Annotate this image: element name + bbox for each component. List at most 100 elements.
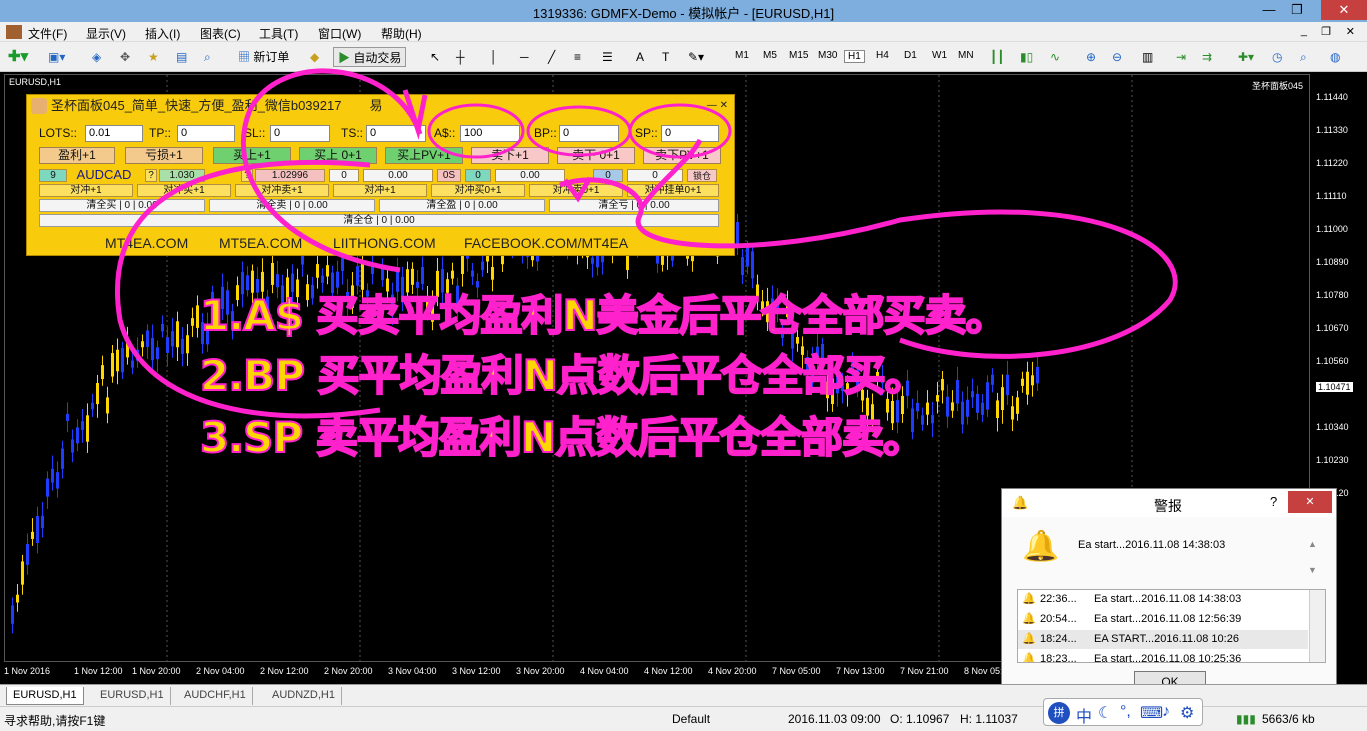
buy-zero-plus-button[interactable]: 买上 0+1 <box>299 147 377 164</box>
mdi-restore-button[interactable]: ❐ <box>1321 25 1331 38</box>
tf-mn[interactable]: MN <box>958 50 974 61</box>
alert-close-button[interactable]: ✕ <box>1288 491 1332 513</box>
text-label-icon[interactable]: T <box>662 47 669 67</box>
mdi-minimize-button[interactable]: _ <box>1301 25 1307 37</box>
lots-input[interactable]: 0.01 <box>85 125 143 142</box>
menu-insert[interactable]: 插入(I) <box>145 25 180 42</box>
navigator-icon[interactable]: ★ <box>148 47 159 67</box>
bid-help[interactable]: ? <box>145 169 157 182</box>
hedge-buy-zero-button[interactable]: 对冲买0+1 <box>431 184 525 197</box>
alert-title-bar[interactable]: 🔔 警报 ? ✕ <box>1002 489 1336 517</box>
menu-file[interactable]: 文件(F) <box>28 25 67 42</box>
sl-input[interactable]: 0 <box>270 125 330 142</box>
close-all-loss-button[interactable]: 清全亏 | 0 | 0.00 <box>549 199 719 212</box>
footer-link[interactable]: MT4EA.COM <box>105 233 188 253</box>
close-all-profit-button[interactable]: 清全盈 | 0 | 0.00 <box>379 199 545 212</box>
list-item[interactable]: 🔔 22:36... Ea start...2016.11.08 14:38:0… <box>1018 590 1308 609</box>
message-scroll-down[interactable]: ▼ <box>1308 565 1317 575</box>
text-tool-icon[interactable]: A <box>636 47 644 67</box>
list-scrollbar[interactable] <box>1309 590 1325 662</box>
autoscroll-icon[interactable]: ⇉ <box>1202 47 1212 67</box>
menu-chart[interactable]: 图表(C) <box>200 25 241 42</box>
equidistant-channel-icon[interactable]: ≡ <box>574 47 581 67</box>
punctuation-icon[interactable]: °, <box>1120 703 1131 721</box>
chart-shift-icon[interactable]: ⇥ <box>1176 47 1186 67</box>
hedge-plus-button[interactable]: 对冲+1 <box>39 184 133 197</box>
close-button[interactable]: ✕ <box>1321 0 1367 20</box>
hedge-buy-button[interactable]: 对冲买+1 <box>137 184 231 197</box>
crosshair-icon[interactable]: ┼ <box>456 47 465 67</box>
fibonacci-icon[interactable]: ☰ <box>602 47 613 67</box>
ts-input[interactable]: 0 <box>366 125 426 142</box>
data-window-icon[interactable]: ✥ <box>120 47 130 67</box>
tf-h4[interactable]: H4 <box>876 50 889 61</box>
tab-eurusd-h1-2[interactable]: EURUSD,H1 <box>94 687 171 705</box>
periods-icon[interactable]: ◷ <box>1272 47 1282 67</box>
list-item[interactable]: 🔔 18:24... EA START...2016.11.08 10:26 <box>1018 630 1308 649</box>
meta-editor-icon[interactable]: ◆ <box>310 47 319 67</box>
vertical-line-icon[interactable]: │ <box>490 47 498 67</box>
ime-mode-label[interactable]: 中 <box>1076 703 1092 727</box>
hedge-pending-button[interactable]: 对冲挂单0+1 <box>627 184 719 197</box>
ask-help[interactable]: ? <box>241 169 253 182</box>
hedge-plus2-button[interactable]: 对冲+1 <box>333 184 427 197</box>
tab-audnzd-h1[interactable]: AUDNZD,H1 <box>266 687 342 705</box>
trading-panel[interactable]: 圣杯面板045_简单_快速_方便_盈利_微信b039217 易 — ✕ LOTS:… <box>26 94 735 256</box>
menu-tools[interactable]: 工具(T) <box>259 25 298 42</box>
market-watch-icon[interactable]: ◈ <box>92 47 101 67</box>
ime-toolbar[interactable]: 拼 中 ☾ °, ⌨ ♪ ⚙ <box>1043 698 1203 726</box>
profit-plus-button[interactable]: 盈利+1 <box>39 147 115 164</box>
footer-link[interactable]: LIITHONG.COM <box>333 233 436 253</box>
line-chart-icon[interactable]: ∿ <box>1050 47 1060 67</box>
auto-trade-button[interactable]: ▶ 自动交易 <box>333 47 407 67</box>
tf-m1[interactable]: M1 <box>735 50 749 61</box>
alert-dialog[interactable]: 🔔 警报 ? ✕ 🔔 Ea start...2016.11.08 14:38:0… <box>1001 488 1337 704</box>
strategy-tester-icon[interactable]: ⌕ <box>204 47 211 67</box>
lock-button[interactable]: 锁仓 <box>687 169 717 182</box>
message-scroll-up[interactable]: ▲ <box>1308 539 1317 549</box>
symbol-label[interactable]: AUDCAD <box>69 168 139 182</box>
bar-chart-icon[interactable]: ┃┃ <box>990 47 1004 67</box>
zoom-in-icon[interactable]: ⊕ <box>1086 47 1096 67</box>
sell-plus-button[interactable]: 卖下+1 <box>471 147 549 164</box>
tile-windows-icon[interactable]: ▥ <box>1142 47 1153 67</box>
list-item[interactable]: 🔔 20:54... Ea start...2016.11.08 12:56:3… <box>1018 610 1308 629</box>
tab-audchf-h1[interactable]: AUDCHF,H1 <box>178 687 253 705</box>
menu-window[interactable]: 窗口(W) <box>318 25 361 42</box>
new-chart-icon[interactable]: ✚▾ <box>8 47 28 67</box>
a-dollar-input[interactable]: 100 <box>460 125 520 142</box>
panel-title-bar[interactable]: 圣杯面板045_简单_快速_方便_盈利_微信b039217 易 — ✕ <box>27 95 734 117</box>
search-icon[interactable]: ◍ <box>1330 47 1340 67</box>
sell-zero-plus-button[interactable]: 卖下 0+1 <box>557 147 635 164</box>
new-order-button[interactable]: ▦ 新订单 <box>238 47 289 67</box>
zoom-out-icon[interactable]: ⊖ <box>1112 47 1122 67</box>
sp-input[interactable]: 0 <box>661 125 719 142</box>
buy-pv-plus-button[interactable]: 买上PV+1 <box>385 147 463 164</box>
moon-icon[interactable]: ☾ <box>1098 703 1112 723</box>
footer-link[interactable]: MT5EA.COM <box>219 233 302 253</box>
tf-h1[interactable]: H1 <box>844 50 865 63</box>
mdi-close-button[interactable]: ✕ <box>1346 25 1355 38</box>
help-button[interactable]: ? <box>1270 494 1277 509</box>
trendline-icon[interactable]: ╱ <box>548 47 555 67</box>
tf-m30[interactable]: M30 <box>818 50 837 61</box>
close-all-positions-button[interactable]: 清全仓 | 0 | 0.00 <box>39 214 719 227</box>
templates-icon[interactable]: ⌕ <box>1300 47 1307 67</box>
cursor-icon[interactable]: ↖ <box>430 47 440 67</box>
tf-w1[interactable]: W1 <box>932 50 947 61</box>
tab-eurusd-h1[interactable]: EURUSD,H1 <box>6 687 84 705</box>
menu-view[interactable]: 显示(V) <box>86 25 126 42</box>
bp-input[interactable]: 0 <box>559 125 619 142</box>
profiles-icon[interactable]: ▣▾ <box>48 47 65 67</box>
indicators-icon[interactable]: ✚▾ <box>1238 47 1254 67</box>
hedge-sell-zero-button[interactable]: 对冲卖0+1 <box>529 184 623 197</box>
close-all-sell-button[interactable]: 清全卖 | 0 | 0.00 <box>209 199 375 212</box>
buy-plus-button[interactable]: 买上+1 <box>213 147 291 164</box>
restore-button[interactable]: ❐ <box>1283 0 1311 20</box>
tf-m15[interactable]: M15 <box>789 50 808 61</box>
horizontal-line-icon[interactable]: ─ <box>520 47 529 67</box>
menu-help[interactable]: 帮助(H) <box>381 25 422 42</box>
alert-list[interactable]: 🔔 22:36... Ea start...2016.11.08 14:38:0… <box>1017 589 1326 663</box>
hedge-sell-button[interactable]: 对冲卖+1 <box>235 184 329 197</box>
terminal-icon[interactable]: ▤ <box>176 47 187 67</box>
